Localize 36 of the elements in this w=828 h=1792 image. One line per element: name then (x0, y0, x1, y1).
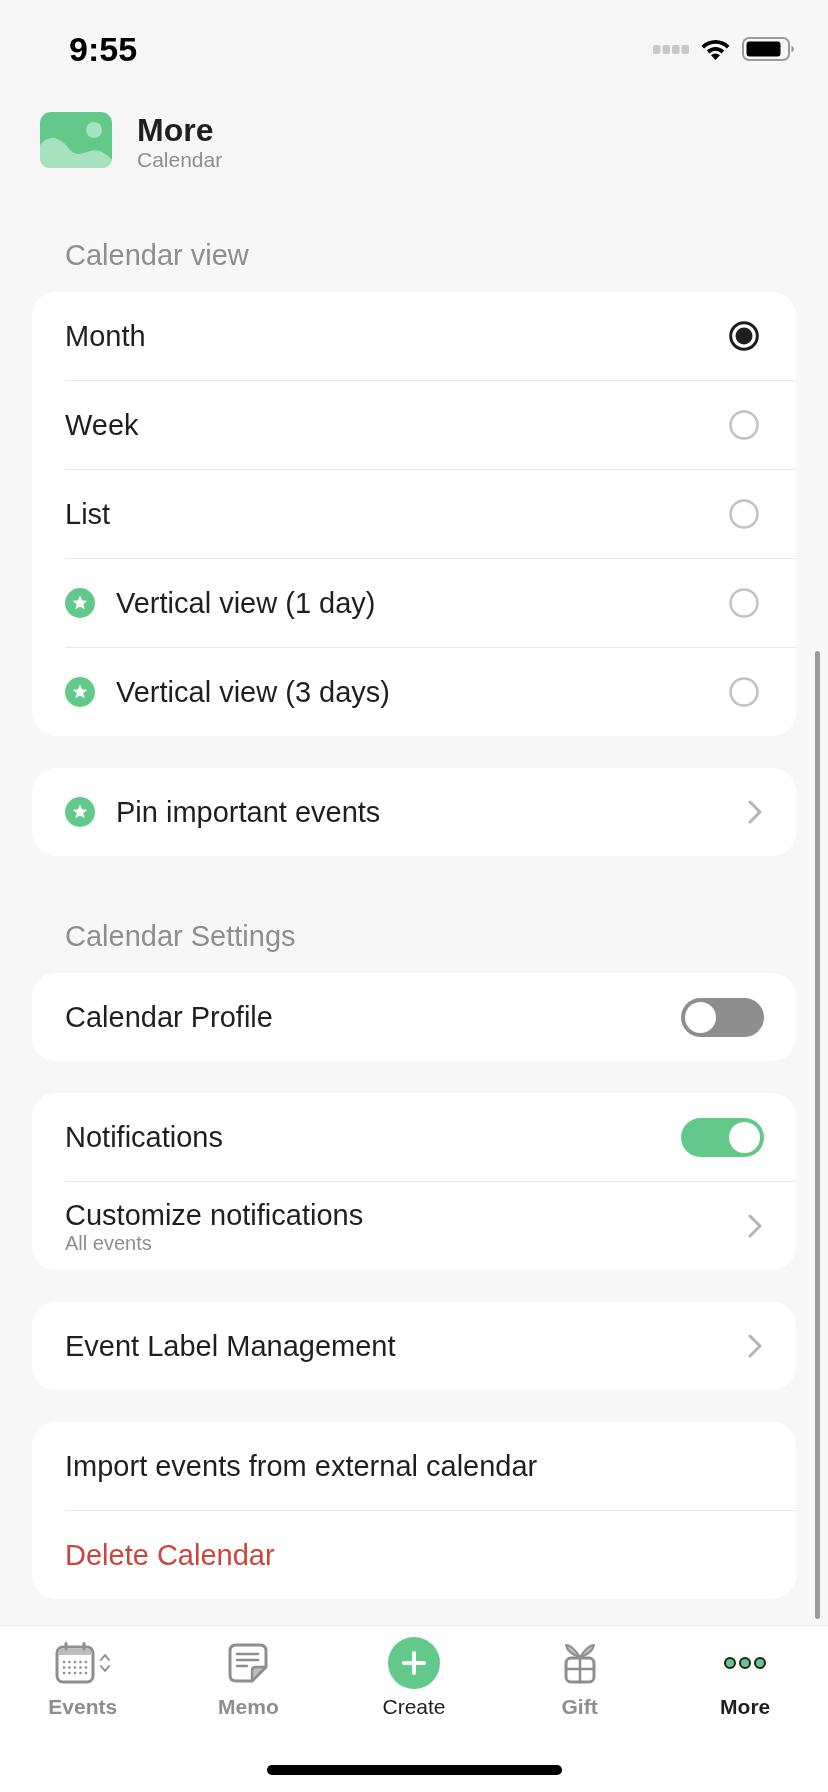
toggle-switch[interactable] (681, 1117, 764, 1157)
menu-item[interactable]: Customize notifications All events (32, 1182, 796, 1270)
signal-icon (653, 44, 689, 54)
view-option[interactable]: List (32, 470, 796, 558)
menu-item[interactable]: Pin important events (32, 768, 796, 856)
section-title: Calendar view (64, 238, 250, 272)
memo-icon (228, 1643, 269, 1683)
gift-icon (562, 1642, 597, 1684)
menu-item[interactable]: Event Label Management (32, 1302, 796, 1390)
page-subtitle: Calendar (137, 147, 223, 173)
status-time: 9:55 (69, 29, 138, 69)
setting-value: All events (65, 1231, 152, 1255)
view-option[interactable]: Vertical view (3 days) (32, 648, 796, 736)
up-down-chevron-icon (98, 1652, 111, 1674)
view-option[interactable]: Vertical view (1 day) (32, 559, 796, 647)
image-icon (40, 112, 112, 168)
plus-circle-icon (388, 1637, 440, 1689)
wifi-icon (700, 37, 731, 61)
menu-item[interactable]: Import events from external calendar (32, 1422, 796, 1510)
tab[interactable]: More (720, 1640, 771, 1719)
create-button[interactable]: Create (382, 1640, 446, 1719)
section-title: Calendar Settings (64, 919, 297, 953)
setting-label: Notifications (65, 1120, 224, 1154)
more-dots-icon (723, 1656, 768, 1670)
calendar-icon (54, 1642, 95, 1684)
page-title: More (137, 113, 214, 147)
battery-icon (742, 37, 794, 61)
setting-label: Calendar Profile (65, 1000, 274, 1034)
view-option[interactable]: Month (32, 292, 796, 380)
view-option[interactable]: Week (32, 381, 796, 469)
chevron-right-icon (748, 1214, 762, 1238)
menu-item[interactable]: Delete Calendar (32, 1511, 796, 1599)
toggle-switch[interactable] (681, 997, 764, 1037)
radio-button[interactable] (729, 321, 759, 351)
chevron-right-icon (748, 1334, 762, 1358)
chevron-right-icon (748, 800, 762, 824)
